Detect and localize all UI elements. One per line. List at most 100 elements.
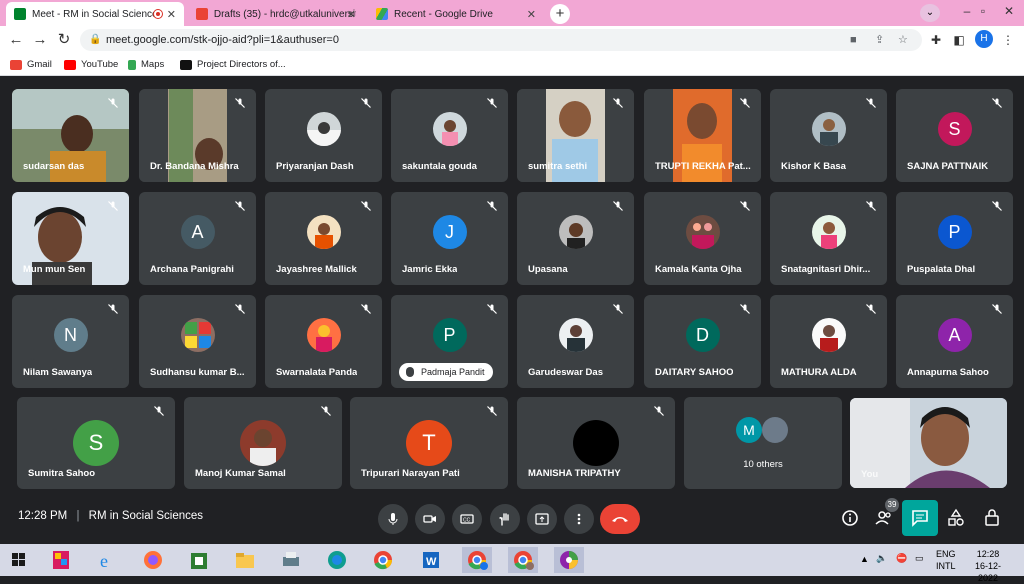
bookmark-youtube[interactable]: YouTube xyxy=(64,57,118,73)
close-icon[interactable]: ✕ xyxy=(527,8,536,21)
microphone-button[interactable] xyxy=(378,504,408,534)
participant-tile[interactable]: Mun mun Sen xyxy=(12,192,129,285)
store-icon[interactable] xyxy=(184,547,214,573)
more-options-button[interactable] xyxy=(564,504,594,534)
tab-meet[interactable]: Meet - RM in Social Sciences ✕ xyxy=(6,2,184,26)
tab-search-chevron-icon[interactable]: ⌄ xyxy=(920,4,940,22)
raise-hand-button[interactable] xyxy=(490,504,520,534)
window-close-icon[interactable]: ✕ xyxy=(992,0,1024,26)
word-icon[interactable]: W xyxy=(416,547,446,573)
participant-tile[interactable]: N Nilam Sawanya xyxy=(12,295,129,388)
mic-off-icon xyxy=(866,98,876,108)
app-grid-icon[interactable] xyxy=(46,547,76,573)
bookmark-star-icon[interactable]: ☆ xyxy=(898,32,908,48)
participant-tile[interactable]: S Sumitra Sahoo xyxy=(17,397,175,489)
participant-avatar: P xyxy=(937,215,972,249)
participant-tile[interactable]: Priyaranjan Dash xyxy=(265,89,382,182)
participant-tile[interactable]: Upasana xyxy=(517,192,634,285)
profile-avatar[interactable]: H xyxy=(975,30,993,48)
edge-icon[interactable] xyxy=(322,547,352,573)
forward-arrow-icon[interactable]: → xyxy=(30,30,50,50)
participant-tile[interactable]: Dr. Bandana Mishra xyxy=(139,89,256,182)
participant-tile[interactable]: Kishor K Basa xyxy=(770,89,887,182)
windows-start-icon[interactable] xyxy=(4,547,34,573)
participant-tile[interactable]: TRUPTI REKHA Pat... xyxy=(644,89,761,182)
others-tile[interactable]: M 10 others xyxy=(684,397,842,489)
participant-tile[interactable]: T Tripurari Narayan Pati xyxy=(350,397,508,489)
participant-name: sudarsan das xyxy=(23,161,85,172)
firefox-icon[interactable] xyxy=(138,547,168,573)
close-icon[interactable]: ✕ xyxy=(347,8,356,21)
participant-photo xyxy=(558,215,593,249)
meeting-details-icon[interactable] xyxy=(838,506,862,530)
leave-call-button[interactable] xyxy=(600,504,640,534)
camera-button[interactable] xyxy=(415,504,445,534)
language-indicator[interactable]: ENG INTL xyxy=(936,548,956,572)
share-icon[interactable]: ⇪ xyxy=(875,32,884,48)
mic-off-icon xyxy=(740,201,750,211)
participant-tile[interactable]: Sudhansu kumar B... xyxy=(139,295,256,388)
activities-icon[interactable] xyxy=(944,506,968,530)
participant-tile[interactable]: A Archana Panigrahi xyxy=(139,192,256,285)
host-controls-icon[interactable] xyxy=(980,506,1004,530)
people-count-badge: 39 xyxy=(885,498,899,512)
extensions-icon[interactable]: ✚ xyxy=(926,30,946,50)
battery-icon[interactable]: ▭ xyxy=(915,553,924,564)
bookmark-gmail[interactable]: Gmail xyxy=(10,57,52,73)
participant-tile[interactable]: D DAITARY SAHOO xyxy=(644,295,761,388)
mic-off-icon xyxy=(613,98,623,108)
participant-tile[interactable]: Kamala Kanta Ojha xyxy=(644,192,761,285)
file-explorer-icon[interactable] xyxy=(230,547,260,573)
participant-tile[interactable]: Jayashree Mallick xyxy=(265,192,382,285)
bookmark-project-directors[interactable]: Project Directors of... xyxy=(180,57,286,73)
present-button[interactable] xyxy=(527,504,557,534)
participant-tile[interactable]: sudarsan das xyxy=(12,89,129,182)
participant-name: sumitra sethi xyxy=(528,161,588,172)
youtube-icon xyxy=(64,60,76,70)
participant-avatar: S xyxy=(73,420,119,466)
meeting-info: 12:28 PM | RM in Social Sciences xyxy=(18,510,204,522)
chrome-profile-h-icon[interactable] xyxy=(462,547,492,573)
self-view-tile[interactable]: You xyxy=(850,398,1007,488)
participant-tile[interactable]: Swarnalata Panda xyxy=(265,295,382,388)
self-label: You xyxy=(861,469,879,480)
participant-tile[interactable]: sakuntala gouda xyxy=(391,89,508,182)
participant-tile[interactable]: Manoj Kumar Samal xyxy=(184,397,342,489)
printer-icon[interactable] xyxy=(276,547,306,573)
captions-button[interactable]: CC xyxy=(452,504,482,534)
mic-off-icon xyxy=(361,98,371,108)
tab-gmail-drafts[interactable]: Drafts (35) - hrdc@utkaluniversit ✕ xyxy=(188,2,364,26)
tray-chevron-icon[interactable]: ▲ xyxy=(860,554,869,564)
reload-icon[interactable]: ↻ xyxy=(54,30,74,50)
mic-off-icon xyxy=(235,304,245,314)
sidepanel-icon[interactable]: ◧ xyxy=(949,30,969,50)
participant-tile[interactable]: P Padmaja Pandit xyxy=(391,295,508,388)
participant-tile[interactable]: sumitra sethi xyxy=(517,89,634,182)
participant-tile[interactable]: A Annapurna Sahoo xyxy=(896,295,1013,388)
address-bar[interactable]: 🔒 meet.google.com/stk-ojjo-aid?pli=1&aut… xyxy=(80,29,922,51)
participant-tile[interactable]: Snatagnitasri Dhir... xyxy=(770,192,887,285)
internet-explorer-icon[interactable]: e xyxy=(92,547,122,573)
participant-tile[interactable]: J Jamric Ekka xyxy=(391,192,508,285)
chrome-profile-icon[interactable] xyxy=(508,547,538,573)
tab-label: Drafts (35) - hrdc@utkaluniversit xyxy=(213,8,356,20)
camera-icon[interactable]: ■ xyxy=(850,32,857,48)
bookmark-maps[interactable]: Maps xyxy=(128,57,164,73)
participant-tile[interactable]: P Puspalata Dhal xyxy=(896,192,1013,285)
clock[interactable]: 12:28 16-12-2022 xyxy=(966,548,1010,584)
participant-tile[interactable]: S SAJNA PATTNAIK xyxy=(896,89,1013,182)
chrome-icon[interactable] xyxy=(368,547,398,573)
network-icon[interactable]: ⛔ xyxy=(896,553,907,564)
participant-photo xyxy=(685,215,720,249)
participant-tile[interactable]: MATHURA ALDA xyxy=(770,295,887,388)
back-arrow-icon[interactable]: ← xyxy=(6,30,26,50)
more-vert-icon[interactable]: ⋮ xyxy=(998,30,1018,50)
close-icon[interactable]: ✕ xyxy=(167,8,176,21)
participant-tile[interactable]: MANISHA TRIPATHY xyxy=(517,397,675,489)
picasa-icon[interactable] xyxy=(554,547,584,573)
chat-button[interactable] xyxy=(902,500,938,536)
new-tab-button[interactable]: + xyxy=(550,4,570,24)
participant-tile[interactable]: Garudeswar Das xyxy=(517,295,634,388)
tab-google-drive[interactable]: Recent - Google Drive ✕ xyxy=(368,2,544,26)
volume-icon[interactable]: 🔈 xyxy=(876,553,887,564)
